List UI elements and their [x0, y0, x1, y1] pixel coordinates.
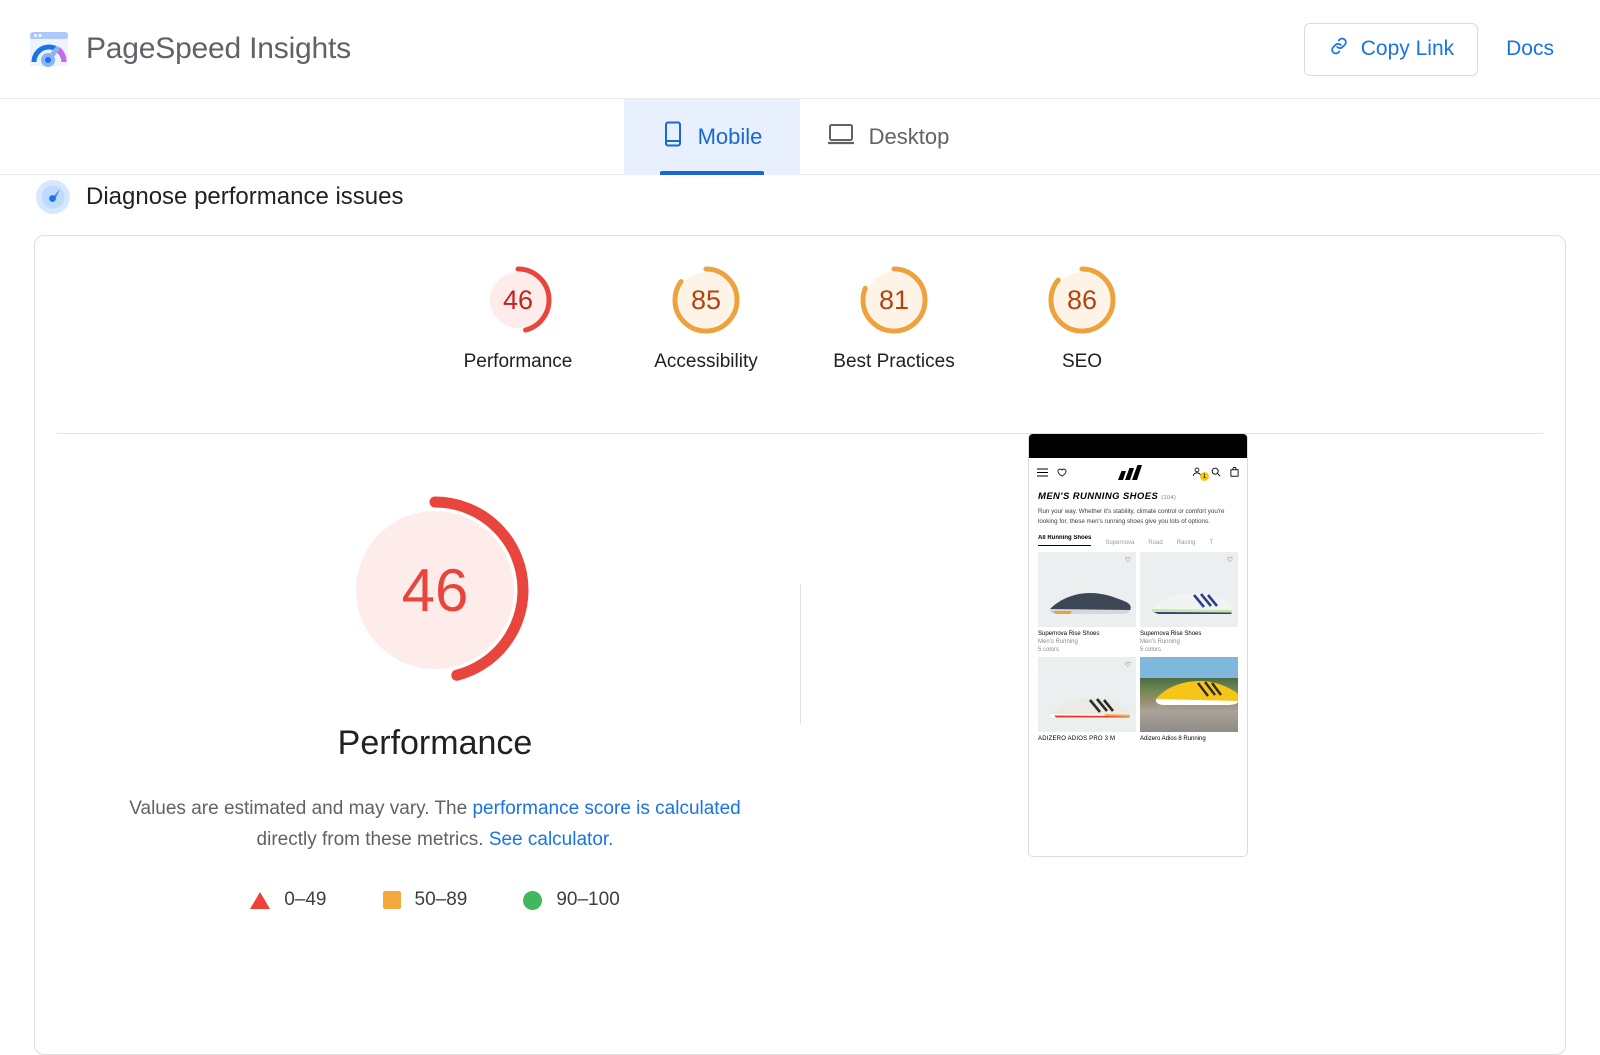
preview-product-image: [1140, 657, 1238, 732]
preview-product-name: Adizero Adios 8 Running: [1140, 736, 1238, 742]
legend-item-good: 90–100: [523, 889, 619, 911]
category-score-strip: 46 Performance 85 Accessibility 81: [35, 236, 1565, 426]
preview-body: MEN'S RUNNING SHOES (104) Run your way. …: [1029, 488, 1247, 742]
preview-nav-bar: 1: [1029, 458, 1247, 488]
preview-heading-text: MEN'S RUNNING SHOES: [1038, 491, 1158, 502]
desktop-monitor-icon: [827, 122, 855, 152]
preview-product-card[interactable]: ♡ ADIZERO ADIOS PRO 3 M: [1038, 657, 1136, 742]
score-label-performance: Performance: [464, 351, 573, 373]
copy-link-label: Copy Link: [1361, 37, 1454, 61]
form-factor-tabs: Mobile Desktop: [0, 99, 1600, 175]
triangle-icon: [250, 892, 270, 909]
square-icon: [383, 891, 401, 909]
preview-filter-tab-racing[interactable]: Racing: [1177, 540, 1196, 546]
bag-icon: [1230, 464, 1239, 482]
large-gauge-performance: 46: [335, 490, 535, 690]
preview-product-grid: ♡ Supernova Rise Shoes Men's Running 5 c…: [1038, 552, 1238, 742]
score-gauge-seo[interactable]: 86 SEO: [988, 264, 1176, 373]
tab-mobile[interactable]: Mobile: [624, 99, 800, 175]
preview-filter-tab-all[interactable]: All Running Shoes: [1038, 535, 1091, 546]
preview-product-image: ♡: [1038, 657, 1136, 732]
preview-product-name: Supernova Rise Shoes: [1038, 631, 1136, 637]
legend-range-good: 90–100: [556, 889, 619, 911]
page-title: PageSpeed Insights: [86, 32, 351, 66]
heart-icon[interactable]: ♡: [1125, 557, 1131, 564]
preview-filter-tab-supernova[interactable]: Supernova: [1105, 540, 1134, 546]
performance-title: Performance: [338, 724, 533, 763]
mini-gauge-seo: 86: [1046, 264, 1118, 336]
preview-product-card[interactable]: Adizero Adios 8 Running: [1140, 657, 1238, 742]
legend-item-poor: 0–49: [250, 889, 326, 911]
preview-filter-tabs: All Running Shoes Supernova Road Racing …: [1038, 535, 1238, 546]
screenshot-preview: 1 MEN'S RUNNING SHOES (104): [1028, 433, 1248, 857]
score-legend: 0–49 50–89 90–100: [250, 889, 620, 911]
link-icon: [1328, 35, 1350, 63]
docs-link[interactable]: Docs: [1486, 37, 1574, 61]
mini-gauge-best-practices: 81: [858, 264, 930, 336]
score-label-accessibility: Accessibility: [654, 351, 757, 373]
preview-status-bar: [1029, 434, 1247, 458]
score-gauge-performance[interactable]: 46 Performance: [424, 264, 612, 373]
preview-product-colors: 5 colors: [1140, 647, 1238, 653]
preview-product-image: ♡: [1140, 552, 1238, 627]
mobile-phone-icon: [662, 121, 684, 153]
preview-product-category: Men's Running: [1140, 639, 1238, 645]
tab-desktop[interactable]: Desktop: [800, 99, 976, 175]
heart-icon: [1057, 464, 1067, 482]
circle-icon: [523, 891, 542, 910]
score-value-best-practices: 81: [858, 264, 930, 336]
app-header: PageSpeed Insights Copy Link Docs: [0, 0, 1600, 99]
preview-heading: MEN'S RUNNING SHOES (104): [1038, 491, 1238, 502]
desc-text-before: Values are estimated and may vary. The: [129, 798, 472, 819]
performance-summary: 46 Performance Values are estimated and …: [35, 434, 835, 911]
pagespeed-logo-icon: [28, 28, 70, 70]
diagnose-performance-row: Diagnose performance issues: [36, 174, 404, 220]
desc-text-middle: directly from these metrics.: [257, 829, 489, 850]
hamburger-menu-icon: [1037, 464, 1048, 482]
legend-item-average: 50–89: [383, 889, 468, 911]
preview-product-image: ♡: [1038, 552, 1136, 627]
legend-range-poor: 0–49: [284, 889, 326, 911]
score-value-seo: 86: [1046, 264, 1118, 336]
tab-desktop-label: Desktop: [869, 124, 950, 150]
score-gauge-best-practices[interactable]: 81 Best Practices: [800, 264, 988, 373]
mini-gauge-accessibility: 85: [670, 264, 742, 336]
legend-range-average: 50–89: [415, 889, 468, 911]
score-label-best-practices: Best Practices: [833, 351, 954, 373]
preview-product-name: Supernova Rise Shoes: [1140, 631, 1238, 637]
see-calculator-link[interactable]: See calculator.: [489, 829, 614, 850]
preview-heading-count: (104): [1161, 495, 1176, 501]
preview-filter-tab-road[interactable]: Road: [1148, 540, 1162, 546]
preview-paragraph: Run your way. Whether it's stability, cl…: [1038, 507, 1238, 526]
performance-description: Values are estimated and may vary. The p…: [115, 793, 755, 855]
header-actions: Copy Link Docs: [1304, 23, 1574, 76]
account-icon: 1: [1192, 464, 1202, 482]
preview-filter-tab-trail[interactable]: T: [1209, 540, 1213, 546]
mini-gauge-performance: 46: [482, 264, 554, 336]
score-gauge-accessibility[interactable]: 85 Accessibility: [612, 264, 800, 373]
search-icon: [1211, 464, 1221, 482]
preview-product-card[interactable]: ♡ Supernova Rise Shoes Men's Running 5 c…: [1038, 552, 1136, 653]
section-divider: [800, 584, 801, 724]
preview-product-name: ADIZERO ADIOS PRO 3 M: [1038, 736, 1136, 742]
preview-product-colors: 5 colors: [1038, 647, 1136, 653]
diagnose-performance-label: Diagnose performance issues: [86, 183, 404, 211]
performance-section: 46 Performance Values are estimated and …: [35, 434, 1565, 1034]
performance-score-link[interactable]: performance score is calculated: [472, 798, 740, 819]
adidas-logo-icon: [1117, 465, 1143, 481]
large-score-value: 46: [335, 490, 535, 690]
account-badge: 1: [1200, 472, 1209, 481]
heart-icon[interactable]: ♡: [1227, 557, 1233, 564]
copy-link-button[interactable]: Copy Link: [1304, 23, 1478, 76]
results-card: 46 Performance 85 Accessibility 81: [34, 235, 1566, 1055]
tab-mobile-label: Mobile: [698, 124, 763, 150]
preview-product-card[interactable]: ♡ Supernova Rise Shoes Men's Running 5 c…: [1140, 552, 1238, 653]
preview-product-category: Men's Running: [1038, 639, 1136, 645]
gauge-needle-icon: [36, 180, 70, 214]
score-value-accessibility: 85: [670, 264, 742, 336]
score-value-performance: 46: [482, 264, 554, 336]
brand: PageSpeed Insights: [28, 28, 351, 70]
heart-icon[interactable]: ♡: [1125, 662, 1131, 669]
score-label-seo: SEO: [1062, 351, 1102, 373]
